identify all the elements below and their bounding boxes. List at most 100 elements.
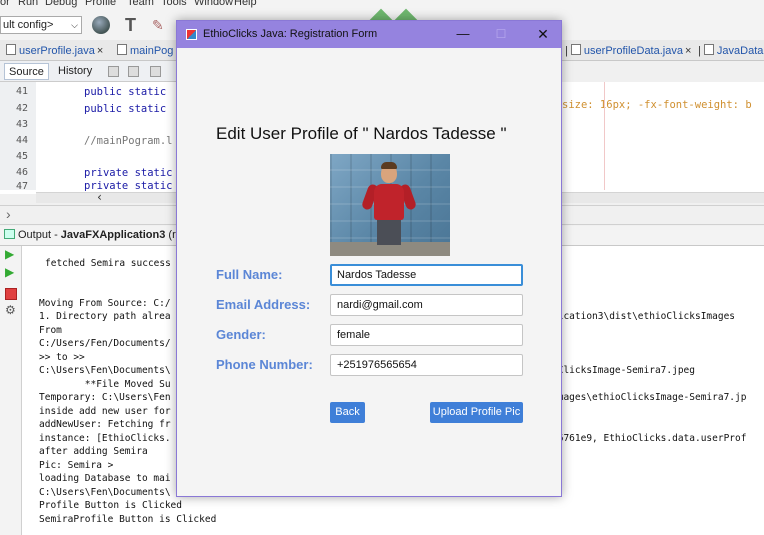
line-number: 43 — [15, 119, 28, 130]
config-select-value: ult config> — [3, 19, 54, 31]
hammer-icon[interactable]: T — [125, 16, 143, 34]
close-icon[interactable]: × — [97, 45, 103, 57]
output-line: instance: [EthioClicks. — [39, 433, 171, 444]
output-line-right: oClicksImage-Semira7.jpeg — [552, 365, 695, 376]
output-line: Pic: Semira > — [39, 460, 114, 471]
line-number: 47 — [15, 181, 28, 192]
code-line: private static — [84, 167, 173, 179]
close-button[interactable]: ✕ — [527, 23, 559, 45]
output-line: Temporary: C:\Users\Fen — [39, 392, 171, 403]
config-select[interactable]: ult config> ⌵ — [0, 16, 82, 34]
editor-tab-label: userProfileData.java — [583, 45, 683, 57]
output-line-right: lication3\dist\ethioClicksImages — [552, 311, 736, 322]
email-input[interactable]: nardi@gmail.com — [330, 294, 523, 316]
settings-icon[interactable]: ⚙ — [5, 304, 17, 316]
output-line: >> to >> — [39, 352, 85, 363]
line-number: 45 — [15, 151, 28, 162]
dialog-title-bar[interactable]: EthioClicks Java: Registration Form — ☐ … — [177, 21, 561, 48]
menu-item-team[interactable]: Team — [127, 0, 154, 8]
close-icon[interactable]: × — [685, 45, 691, 57]
output-line: addNewUser: Fetching fr — [39, 419, 171, 430]
globe-icon[interactable] — [92, 16, 110, 34]
output-line: 1. Directory path alrea — [39, 311, 171, 322]
phone-input[interactable]: +251976565654 — [330, 354, 523, 376]
output-line: Moving From Source: C:/ — [39, 298, 171, 309]
java-file-icon — [117, 44, 127, 55]
email-label: Email Address: — [216, 297, 311, 312]
last-edit-icon[interactable] — [108, 66, 119, 77]
gender-input[interactable]: female — [330, 324, 523, 346]
output-line: **File Moved Su — [39, 379, 171, 390]
rerun-icon[interactable]: ▶ — [5, 248, 17, 260]
output-line: Profile Button is Clicked — [39, 500, 182, 511]
tab-output[interactable]: Output - JavaFXApplication3 (run — [4, 229, 188, 241]
output-icon — [4, 229, 15, 239]
right-margin-line — [604, 82, 605, 190]
line-number: 42 — [15, 103, 28, 114]
code-line: //mainPogram.l — [84, 135, 173, 147]
stop-icon[interactable] — [5, 288, 17, 300]
output-line-right: 76761e9, EthioClicks.data.userProf — [552, 433, 747, 444]
line-number: 46 — [15, 167, 28, 178]
menu-item-profile[interactable]: Profile — [85, 0, 116, 8]
rerun-with-params-icon[interactable]: ▶ — [5, 266, 17, 278]
tab-history[interactable]: History — [54, 63, 96, 80]
line-number: 44 — [15, 135, 28, 146]
menu-item-run[interactable]: Run — [18, 0, 38, 8]
upload-profile-pic-button[interactable]: Upload Profile Pic — [430, 402, 523, 423]
gender-label: Gender: — [216, 327, 266, 342]
java-file-icon — [6, 44, 16, 55]
back-nav-icon[interactable] — [128, 66, 139, 77]
code-line: public static — [84, 86, 167, 98]
dialog-title: EthioClicks Java: Registration Form — [203, 28, 378, 40]
java-file-icon — [570, 44, 581, 55]
output-side-toolbar: ▶ ▶ ⚙ — [0, 246, 22, 535]
scroll-left-icon[interactable]: ‹ — [96, 190, 103, 204]
page-title: Edit User Profile of " Nardos Tadesse " — [216, 124, 507, 143]
full-name-input[interactable]: Nardos Tadesse — [330, 264, 523, 286]
output-tab-name: JavaFXApplication3 — [60, 229, 166, 241]
editor-tab-mainpog[interactable]: mainPog — [117, 42, 173, 60]
editor-tab-userprofile[interactable]: userProfile.java × — [6, 42, 103, 60]
phone-label: Phone Number: — [216, 357, 313, 372]
maximize-button[interactable]: ☐ — [485, 23, 517, 45]
line-number: 41 — [15, 86, 28, 97]
tab-source[interactable]: Source — [4, 63, 49, 80]
app-icon — [186, 29, 197, 40]
output-line: From — [39, 325, 62, 336]
output-line: fetched Semira success — [45, 258, 171, 269]
source-history-bar: Source History — [0, 61, 176, 82]
editor-tab-label: userProfile.java — [19, 45, 95, 57]
java-file-icon — [703, 44, 714, 55]
output-line: C:\Users\Fen\Documents\ — [39, 487, 171, 498]
output-line: C:\Users\Fen\Documents\ — [39, 365, 171, 376]
ide-menu-bar: or Run Debug Profile Team Tools Window H… — [0, 0, 764, 10]
profile-photo — [330, 154, 450, 256]
code-line: public static — [84, 103, 167, 115]
editor-tab-javadata[interactable]: | JavaData — [698, 42, 763, 60]
output-line: C:/Users/Fen/Documents/ — [39, 338, 171, 349]
code-line-right: size: 16px; -fx-font-weight: b — [562, 99, 752, 111]
full-name-label: Full Name: — [216, 267, 283, 282]
chevron-right-icon[interactable]: › — [6, 206, 11, 222]
menu-item-tools[interactable]: Tools — [161, 0, 187, 8]
minimize-button[interactable]: — — [447, 23, 479, 45]
menu-item-debug[interactable]: Debug — [45, 0, 77, 8]
broom-icon[interactable]: ✎ — [152, 16, 170, 34]
editor-tab-userprofiledata[interactable]: | userProfileData.java × — [565, 42, 691, 60]
menu-item-window[interactable]: Window — [194, 0, 233, 8]
registration-dialog: EthioClicks Java: Registration Form — ☐ … — [176, 20, 562, 497]
forward-nav-icon[interactable] — [150, 66, 161, 77]
output-line: after adding Semira — [39, 446, 148, 457]
output-line: loading Database to mai — [39, 473, 171, 484]
chevron-down-icon: ⌵ — [71, 20, 78, 30]
back-button[interactable]: Back — [330, 402, 365, 423]
output-tab-prefix: Output - — [18, 229, 61, 241]
output-line: inside add new user for — [39, 406, 171, 417]
editor-tab-label: JavaData — [716, 45, 764, 57]
editor-tab-label: mainPog — [130, 45, 174, 57]
line-number-gutter: 41 42 43 44 45 46 47 — [0, 82, 36, 192]
menu-item[interactable]: or — [0, 0, 10, 8]
menu-item-help[interactable]: Help — [234, 0, 257, 8]
output-line-right: Images\ethioClicksImage-Semira7.jp — [552, 392, 747, 403]
